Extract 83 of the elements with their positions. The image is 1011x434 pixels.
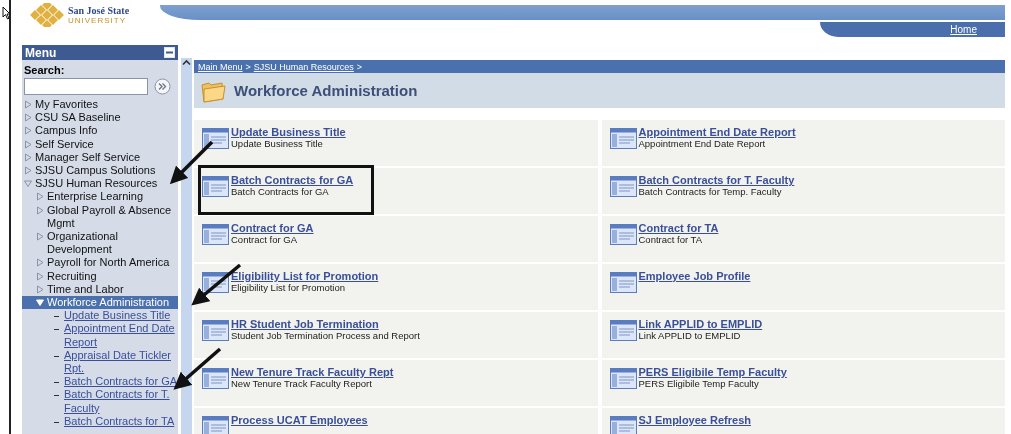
dash-icon <box>54 421 59 423</box>
menu-item[interactable]: Update Business Title <box>22 309 178 323</box>
tile-description: Appointment End Date Report <box>638 138 767 149</box>
menu-item[interactable]: Global Payroll & Absence Mgmt <box>22 203 178 231</box>
tile-link[interactable]: Process UCAT Employees <box>231 414 368 426</box>
expanded-triangle-icon[interactable] <box>24 179 32 189</box>
menu-title: Menu <box>25 45 57 60</box>
tile-link[interactable]: Contract for GA <box>231 222 314 234</box>
tile-link[interactable]: New Tenure Track Faculty Rept <box>231 366 394 378</box>
search-label: Search: <box>23 63 66 78</box>
tile-link[interactable]: Eligibility List for Promotion <box>231 270 379 282</box>
menu-item[interactable]: Batch Contracts for T. Faculty <box>22 388 178 415</box>
logo-subtitle: UNIVERSITY <box>68 16 127 25</box>
tile-link[interactable]: Update Business Title <box>231 126 346 138</box>
menu-item[interactable]: Payroll for North America <box>22 256 178 270</box>
menu-item[interactable]: Batch Contracts for TA <box>22 414 178 429</box>
page-icon <box>202 224 229 245</box>
collapsed-triangle-icon[interactable] <box>36 232 44 242</box>
page-icon <box>609 368 637 389</box>
tile-link[interactable]: Link APPLID to EMPLID <box>638 318 763 330</box>
tile-description: Contract for TA <box>638 234 704 245</box>
page-icon <box>609 272 637 293</box>
menu-item[interactable]: Appraisal Date Tickler Rpt. <box>22 348 178 376</box>
page-icon <box>202 128 229 149</box>
tile-link[interactable]: Employee Job Profile <box>638 270 751 282</box>
tile-description: Student Job Termination Process and Report <box>231 330 420 341</box>
logo-name: San José State <box>68 5 130 16</box>
page-icon <box>609 128 637 149</box>
tile-description: Contract for GA <box>231 234 298 245</box>
page-icon <box>609 176 637 197</box>
tile-link[interactable]: Batch Contracts for T. Faculty <box>638 174 795 186</box>
menu-item[interactable]: Organizational Development <box>22 230 178 257</box>
search-go-icon[interactable] <box>154 78 171 95</box>
breadcrumb-separator: > <box>356 61 363 72</box>
menu-item[interactable]: My Favorites <box>22 98 178 112</box>
menu-item[interactable]: Batch Contracts for GA <box>22 375 178 389</box>
tile-description: Update Business Title <box>231 138 324 149</box>
page-icon <box>202 320 229 341</box>
menu-item[interactable]: Campus Info <box>22 124 178 138</box>
search-field[interactable] <box>24 78 148 95</box>
tile-description: Batch Contracts for Temp. Faculty <box>638 186 783 197</box>
menu-item[interactable]: Manager Self Service <box>22 150 178 164</box>
tile-description: Batch Contracts for GA <box>231 186 330 197</box>
tile-description: Link APPLID to EMPLID <box>638 330 742 341</box>
dash-icon <box>54 355 59 357</box>
dash-icon <box>54 382 59 384</box>
breadcrumb-link[interactable]: SJSU Human Resources <box>253 61 354 72</box>
scroll-up-icon[interactable] <box>181 58 192 67</box>
page-icon <box>609 320 637 341</box>
collapse-icon[interactable] <box>164 47 175 58</box>
dash-icon <box>54 395 59 397</box>
breadcrumb-separator: > <box>245 61 251 72</box>
home-link[interactable]: Home <box>950 24 977 35</box>
page-icon <box>202 368 229 389</box>
tile-link[interactable]: PERS Eligibile Temp Faculty <box>638 366 787 378</box>
breadcrumb-link[interactable]: Main Menu <box>198 61 243 72</box>
tile-description: Eligibility List for Promotion <box>231 282 347 293</box>
menu-item[interactable]: Enterprise Learning <box>22 190 178 204</box>
menu-item[interactable]: SJSU Campus Solutions <box>22 164 178 178</box>
tile-link[interactable]: SJ Employee Refresh <box>638 414 751 426</box>
tile-link[interactable]: HR Student Job Termination <box>231 318 420 330</box>
dash-icon <box>54 316 59 318</box>
diamond-pattern-icon <box>30 3 64 27</box>
selected-menu-item[interactable]: Workforce Administration <box>22 296 178 310</box>
page-icon <box>202 416 229 434</box>
menu-item[interactable]: Appointment End Date Report <box>22 322 178 349</box>
page-title: Workforce Administration <box>234 82 418 99</box>
tile-link[interactable]: Contract for TA <box>638 222 719 234</box>
tile-description: New Tenure Track Faculty Report <box>231 378 373 389</box>
menu-item[interactable]: Time and Labor <box>22 282 178 297</box>
pointer-arrow <box>169 140 214 185</box>
menu-item[interactable]: SJSU Human Resources <box>22 177 178 191</box>
tile-link[interactable]: Batch Contracts for GA <box>231 174 354 186</box>
dash-icon <box>54 329 59 331</box>
page-icon <box>609 224 637 245</box>
page-icon <box>202 176 229 197</box>
menu-item[interactable]: CSU SA Baseline <box>22 111 178 125</box>
menu-item[interactable]: Self Service <box>22 137 178 151</box>
tile-description: PERS Eligibile Temp Faculty <box>638 378 760 389</box>
scrollbar[interactable] <box>181 58 192 434</box>
menu-item[interactable]: Recruiting <box>22 269 178 283</box>
page-icon <box>609 416 637 434</box>
tile-link[interactable]: Appointment End Date Report <box>638 126 796 138</box>
